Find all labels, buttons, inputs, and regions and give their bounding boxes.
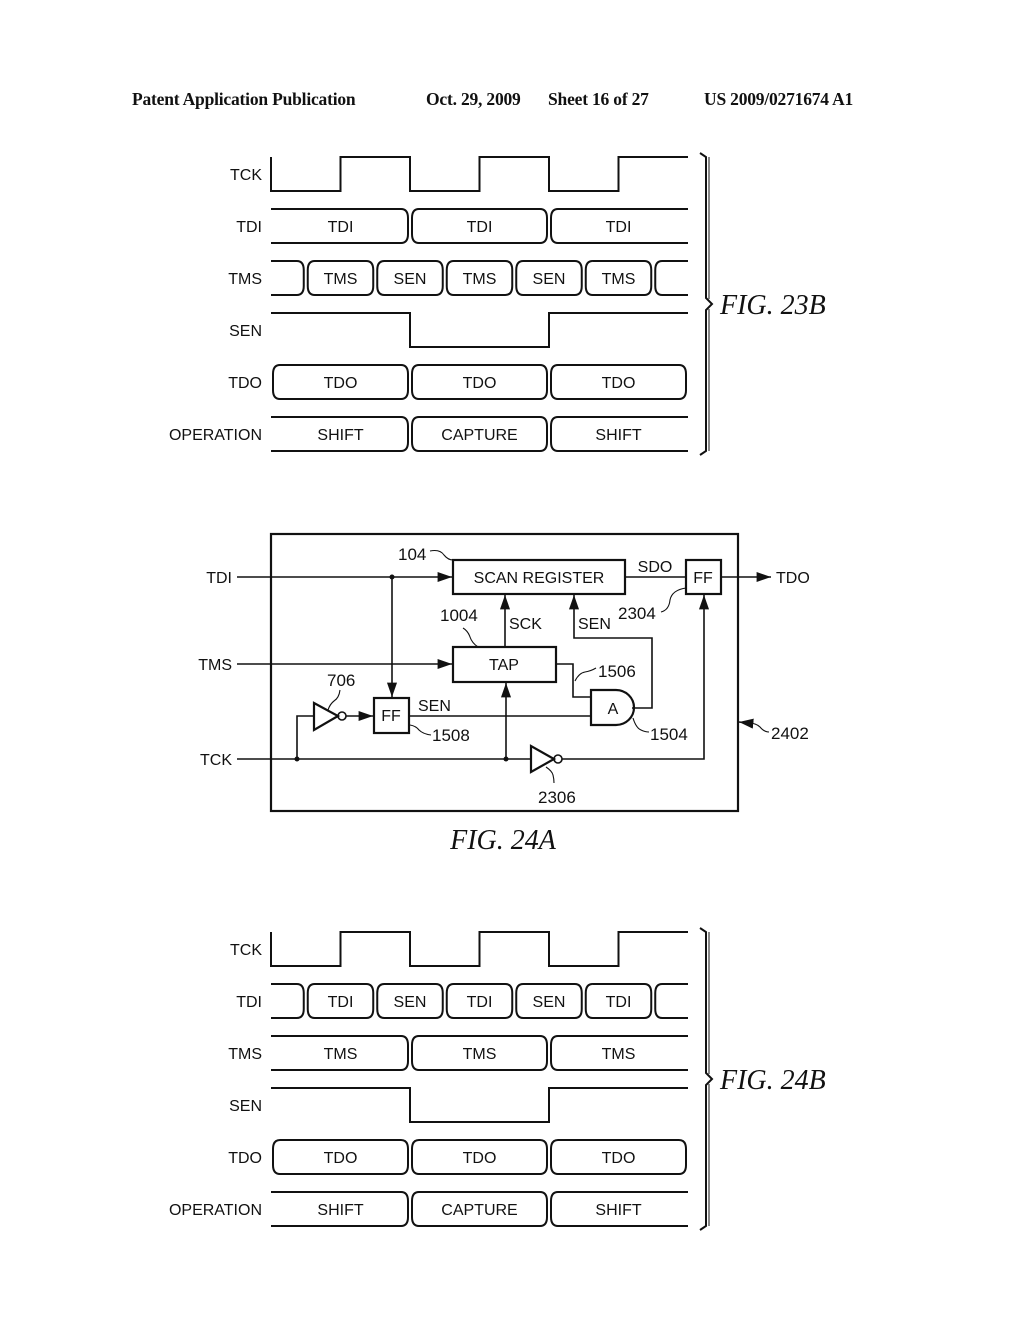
net-label-sen-mid: SEN: [418, 698, 451, 715]
bus-segment-tdi: [271, 983, 305, 1019]
bus-segment-tdi: [654, 983, 688, 1019]
signal-label-tck: TCK: [230, 942, 262, 959]
cell-tdi-2: TDI: [467, 994, 493, 1011]
input-label-tck: TCK: [200, 752, 232, 769]
cell-tms-2: TMS: [602, 1046, 636, 1063]
leader-1004: [462, 627, 479, 648]
inverter-706: [312, 701, 341, 732]
ref-104: 104: [398, 545, 426, 564]
leader-1508: [409, 724, 432, 736]
output-label-tdo: TDO: [776, 570, 810, 587]
signal-label-tms: TMS: [228, 1046, 262, 1063]
patent-sheet: Patent Application Publication Oct. 29, …: [0, 0, 1024, 1320]
ref-1508: 1508: [432, 726, 470, 745]
circuit-diagram-fig-24a: TDI SCAN REGISTER 104 SDO FF 2304 TDO TA…: [198, 532, 810, 856]
cell-tms-0: TMS: [324, 1046, 358, 1063]
scan-register-label: SCAN REGISTER: [474, 570, 605, 587]
output-ff-label: FF: [693, 570, 713, 587]
inverter-706-in-wire: [296, 715, 314, 759]
cell-operation-2: SHIFT: [595, 1202, 641, 1219]
ref-1506: 1506: [598, 662, 636, 681]
signal-label-tdi: TDI: [236, 994, 262, 1011]
cell-tdi-1: SEN: [394, 994, 427, 1011]
ref-2402: 2402: [771, 724, 809, 743]
leader-2402: [747, 722, 770, 733]
timing-diagram-fig-24b: TCK TDI TDI SEN TDI SEN TDI TMS TMS TMS TMS SEN TDO T…: [169, 927, 826, 1231]
cell-tdo-1: TDO: [463, 1150, 497, 1167]
cell-tdi-3: SEN: [533, 994, 566, 1011]
ref-706: 706: [327, 671, 355, 690]
leader-2304: [660, 587, 687, 613]
leader-104: [429, 549, 454, 561]
net-label-sck: SCK: [509, 616, 542, 633]
figure-caption-24b: FIG. 24B: [719, 1065, 826, 1096]
cell-operation-0: SHIFT: [317, 1202, 363, 1219]
leader-2306: [545, 766, 555, 784]
ref-2304: 2304: [618, 604, 656, 623]
sen-ff-label: FF: [381, 708, 401, 725]
tck-junction-inverter: [294, 756, 300, 762]
waveform-sen: [271, 1087, 688, 1123]
cell-operation-1: CAPTURE: [441, 1202, 517, 1219]
cell-tdo-2: TDO: [602, 1150, 636, 1167]
ref-1004: 1004: [440, 606, 478, 625]
signal-label-sen: SEN: [229, 1098, 262, 1115]
inverter-2306: [529, 744, 557, 774]
ref-1504: 1504: [650, 725, 688, 744]
arrow-2402: [738, 718, 754, 729]
tap-label: TAP: [489, 657, 519, 674]
input-label-tms: TMS: [198, 657, 232, 674]
leader-1504: [632, 717, 650, 733]
cell-tms-1: TMS: [463, 1046, 497, 1063]
net-label-sdo: SDO: [638, 559, 673, 576]
figure-brace: [699, 927, 714, 1231]
signal-label-tdo: TDO: [228, 1150, 262, 1167]
cell-tdi-0: TDI: [328, 994, 354, 1011]
waveform-tck: [270, 931, 688, 967]
leader-1506: [574, 667, 597, 682]
net-label-sen-top: SEN: [578, 616, 611, 633]
cell-tdo-0: TDO: [324, 1150, 358, 1167]
and-gate-label: A: [608, 701, 619, 718]
figure-caption-24a: FIG. 24A: [449, 825, 557, 856]
leader-706: [327, 689, 341, 711]
ref-2306: 2306: [538, 788, 576, 807]
net-1506-wire: [556, 663, 591, 698]
input-label-tdi: TDI: [206, 570, 232, 587]
cell-tdi-4: TDI: [606, 994, 632, 1011]
signal-label-operation: OPERATION: [169, 1202, 262, 1219]
